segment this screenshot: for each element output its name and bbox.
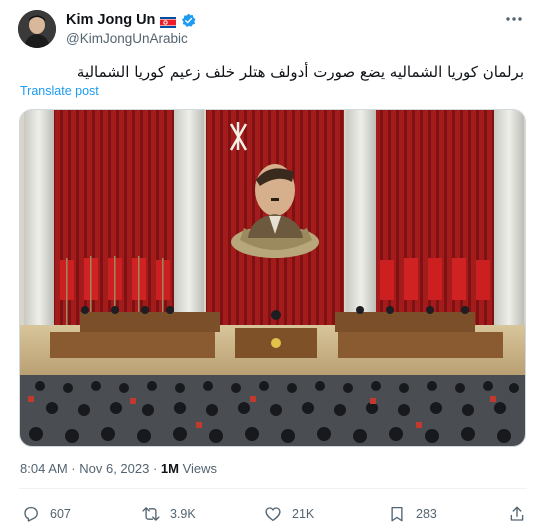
display-name[interactable]: Kim Jong Un — [66, 12, 155, 28]
bookmark-count: 283 — [416, 507, 437, 521]
reply-button[interactable]: 607 — [22, 505, 71, 523]
heart-icon — [265, 507, 281, 522]
divider — [19, 488, 527, 489]
author-name-row: Kim Jong Un — [66, 12, 196, 28]
north-korea-flag-icon — [160, 15, 177, 28]
post-metadata: 8:04 AM · Nov 6, 2023 · 1M Views — [20, 461, 217, 476]
like-count: 21K — [292, 507, 315, 521]
reply-count: 607 — [50, 507, 71, 521]
like-button[interactable]: 21K — [264, 505, 314, 523]
views-count: 1M — [160, 461, 179, 476]
tweet-photo[interactable] — [19, 109, 526, 447]
reply-icon — [24, 506, 38, 522]
post-timestamp[interactable]: 8:04 AM · Nov 6, 2023 · — [20, 461, 161, 476]
more-options-icon[interactable] — [503, 9, 525, 29]
share-button[interactable] — [508, 505, 526, 523]
tweet-card: Kim Jong Un @KimJongUnArabic برلمان كوري… — [0, 0, 543, 531]
author-handle[interactable]: @KimJongUnArabic — [66, 31, 188, 46]
translate-post-link[interactable]: Translate post — [20, 84, 99, 98]
repost-count: 3.9K — [170, 507, 196, 521]
repost-icon — [142, 507, 160, 521]
verified-badge-icon — [181, 13, 196, 28]
avatar[interactable] — [18, 10, 56, 48]
repost-button[interactable]: 3.9K — [142, 505, 196, 523]
bookmark-icon — [391, 506, 403, 522]
bookmark-button[interactable]: 283 — [388, 505, 437, 523]
share-icon — [510, 506, 524, 521]
action-bar: 607 3.9K 21K 283 — [22, 505, 530, 525]
tweet-text: برلمان كوريا الشماليه يضع صورت أدولف هتل… — [76, 63, 524, 81]
views-label: Views — [178, 461, 218, 476]
